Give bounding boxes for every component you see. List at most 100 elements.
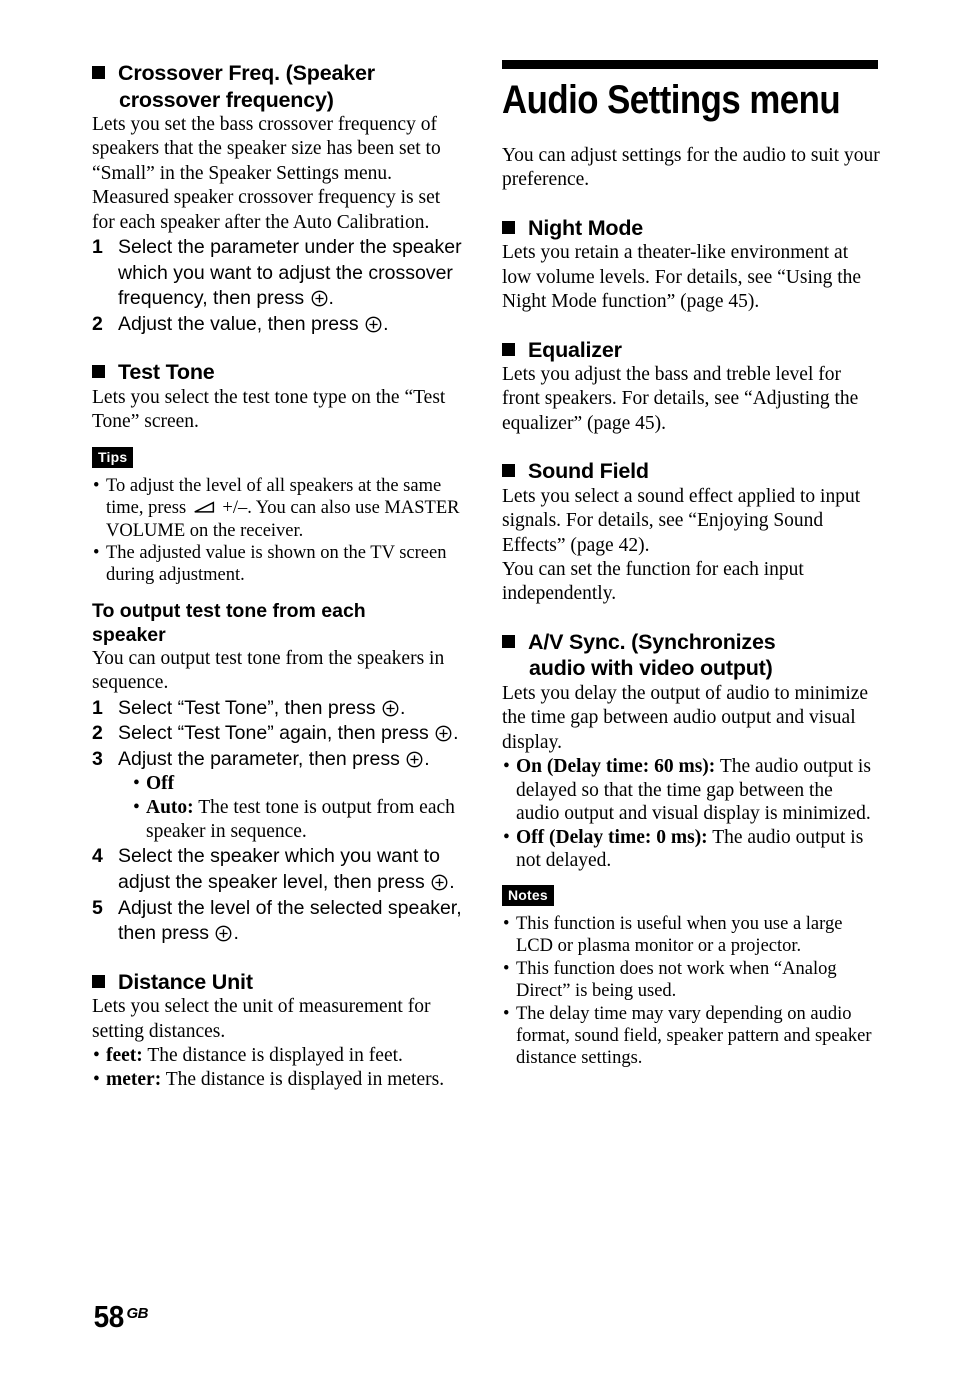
section-heading-test-tone: Test Tone: [92, 359, 466, 386]
step-text: Adjust the level of the selected speaker…: [118, 896, 462, 945]
crossover-step-list: 1 Select the parameter under the speaker …: [92, 235, 466, 337]
step-number: 1: [92, 236, 103, 259]
step-text-after: .: [328, 287, 334, 310]
step-text-after: .: [400, 696, 406, 719]
right-column: Audio Settings menu You can adjust setti…: [502, 0, 880, 1070]
tips-badge: Tips: [92, 446, 134, 468]
page-title: Audio Settings menu: [502, 78, 841, 122]
option-term: Auto:: [146, 797, 194, 819]
circle-plus-enter-icon: [406, 751, 423, 768]
heading-text: Test Tone: [118, 360, 215, 385]
night-mode-description: Lets you retain a theater-like environme…: [502, 242, 862, 313]
step-text-after: .: [383, 312, 389, 335]
heading-text: Sound Field: [528, 459, 649, 484]
crossover-description: Lets you set the bass crossover frequenc…: [92, 114, 441, 233]
section-distance-unit: Distance Unit Lets you select the unit o…: [92, 969, 466, 1092]
step-text: Select “Test Tone”, then press: [118, 696, 382, 719]
section-heading-equalizer: Equalizer: [502, 337, 880, 364]
heading-line-1: Crossover Freq. (Speaker: [118, 61, 375, 85]
black-square-bullet-icon: [502, 634, 515, 648]
test-tone-description: Lets you select the test tone type on th…: [92, 386, 446, 433]
step-text-after: .: [233, 922, 239, 945]
list-item: feet: The distance is displayed in feet.: [92, 1044, 466, 1068]
tips-list: To adjust the level of all speakers at t…: [92, 475, 466, 587]
step-item: 4 Select the speaker which you want to ad…: [92, 844, 466, 895]
sound-field-description: Lets you select a sound effect applied t…: [502, 485, 861, 556]
option-term: Off: [146, 773, 175, 795]
step-number: 3: [92, 747, 103, 770]
step-text: Adjust the parameter, then press: [118, 747, 406, 770]
step3-option-list: Off Auto: The test tone is output from e…: [132, 772, 466, 844]
page-number: 58 GB: [92, 1298, 149, 1334]
step-text: Select the speaker which you want to adj…: [118, 845, 440, 893]
step-number: 5: [92, 896, 103, 919]
section-av-sync: A/V Sync. (Synchronizes audio with video …: [502, 629, 880, 1070]
section-heading-crossover: Crossover Freq. (Speaker crossover freque…: [92, 60, 466, 113]
step-number: 2: [92, 722, 103, 745]
section-crossover-freq: Crossover Freq. (Speaker crossover freque…: [92, 60, 466, 337]
notes-badge: Notes: [502, 884, 554, 906]
volume-wedge-icon: [194, 501, 214, 513]
step-item: 3 Adjust the parameter, then press . Off …: [92, 747, 466, 845]
section-sound-field: Sound Field Lets you select a sound effe…: [502, 458, 880, 607]
step-number: 1: [92, 696, 103, 719]
step-text: Select “Test Tone” again, then press: [118, 722, 435, 745]
list-item: This function does not work when “Analog…: [502, 958, 880, 1003]
manual-page: Crossover Freq. (Speaker crossover freque…: [0, 0, 954, 1373]
circle-plus-enter-icon: [311, 290, 327, 307]
subheading-line-2: speaker: [92, 623, 166, 646]
step-item: 1 Select “Test Tone”, then press .: [92, 696, 466, 722]
list-item: On (Delay time: 60 ms): The audio output…: [502, 755, 880, 826]
sound-field-description-2: You can set the function for each input …: [502, 558, 804, 605]
circle-plus-enter-icon: [435, 725, 452, 742]
step-text-after: .: [449, 870, 455, 893]
section-equalizer: Equalizer Lets you adjust the bass and t…: [502, 337, 880, 437]
option-term: On (Delay time: 60 ms):: [516, 756, 716, 777]
list-item: This function is useful when you use a l…: [502, 913, 880, 958]
heading-text: Night Mode: [528, 215, 644, 240]
list-item: Auto: The test tone is output from each …: [132, 796, 466, 844]
circle-plus-enter-icon: [365, 316, 382, 333]
section-heading-sound-field: Sound Field: [502, 458, 880, 485]
step-item: 2 Select “Test Tone” again, then press .: [92, 721, 466, 747]
output-test-tone-description: You can output test tone from the speake…: [92, 647, 445, 694]
heading-text: Distance Unit: [118, 969, 253, 994]
circle-plus-enter-icon: [382, 700, 399, 716]
chapter-intro: You can adjust settings for the audio to…: [502, 145, 880, 191]
page-number-value: 58: [93, 1299, 125, 1334]
black-square-bullet-icon: [502, 342, 515, 356]
step-item: 1 Select the parameter under the speaker …: [92, 235, 466, 312]
section-heading-av-sync: A/V Sync. (Synchronizes audio with video …: [502, 629, 880, 682]
step-number: 4: [92, 845, 103, 868]
equalizer-description: Lets you adjust the bass and treble leve…: [502, 364, 859, 434]
subheading-output-test-tone: To output test tone from each speaker: [92, 599, 466, 647]
black-square-bullet-icon: [502, 464, 515, 478]
section-night-mode: Night Mode Lets you retain a theater-lik…: [502, 215, 880, 315]
step-number: 2: [92, 312, 103, 335]
heading-line-1: A/V Sync. (Synchronizes: [528, 629, 776, 654]
black-square-bullet-icon: [92, 66, 105, 79]
black-square-bullet-icon: [92, 365, 105, 379]
step-text: Adjust the value, then press: [118, 312, 365, 335]
step-text: Select the parameter under the speaker w…: [118, 236, 462, 310]
option-desc: The distance is displayed in feet.: [142, 1045, 403, 1067]
left-column: Crossover Freq. (Speaker crossover freque…: [92, 0, 466, 1091]
region-code: GB: [126, 1305, 148, 1322]
distance-unit-option-list: feet: The distance is displayed in feet.…: [92, 1044, 466, 1091]
heading-text: Equalizer: [528, 337, 622, 362]
heading-line-2: crossover frequency): [119, 87, 334, 112]
option-term: feet:: [106, 1045, 143, 1067]
step-item: 5 Adjust the level of the selected speake…: [92, 896, 466, 947]
step-item: 2 Adjust the value, then press .: [92, 312, 466, 338]
circle-plus-enter-icon: [216, 925, 232, 942]
section-heading-distance-unit: Distance Unit: [92, 969, 466, 996]
list-item: The delay time may vary depending on aud…: [502, 1003, 880, 1070]
chapter-rule: [502, 60, 878, 69]
section-heading-night-mode: Night Mode: [502, 215, 880, 242]
test-tone-step-list: 1 Select “Test Tone”, then press . 2 Selec…: [92, 696, 466, 947]
tip-text-part1: The adjusted value is shown on the TV sc…: [106, 542, 447, 586]
av-sync-description: Lets you delay the output of audio to mi…: [502, 682, 869, 753]
list-item: Off: [132, 772, 466, 796]
list-item: To adjust the level of all speakers at t…: [92, 475, 466, 542]
distance-unit-description: Lets you select the unit of measurement …: [92, 996, 431, 1042]
